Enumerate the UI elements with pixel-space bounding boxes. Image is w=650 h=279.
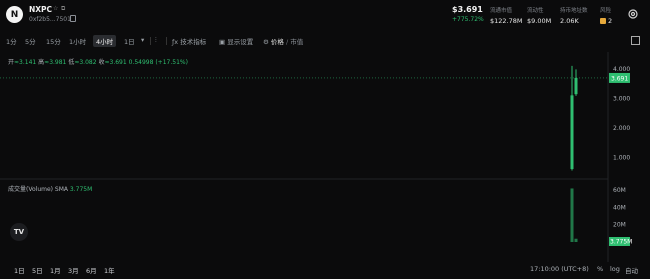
- range-3m[interactable]: 3月: [68, 265, 79, 275]
- divider: [166, 37, 167, 45]
- interval-1h[interactable]: 1小时: [69, 36, 86, 46]
- display-settings-label: 显示设置: [227, 38, 254, 46]
- candle-body: [570, 95, 574, 170]
- stat-label: 流动性: [527, 8, 544, 14]
- stat-liquidity: 流动性 $9.00M: [527, 6, 551, 25]
- stat-market-cap: 流通市值 $122.78M: [490, 6, 523, 25]
- price-mcap-toggle[interactable]: ⚙ 价格 / 市值: [263, 36, 303, 46]
- fullscreen-icon[interactable]: [631, 36, 640, 45]
- chevron-down-icon[interactable]: ▾: [141, 36, 144, 44]
- volume-bar: [574, 238, 578, 242]
- volume-tick-label: 40M: [613, 204, 626, 211]
- last-price-tag-label: 3.691: [611, 75, 628, 82]
- range-1d[interactable]: 1日: [14, 265, 25, 275]
- token-logo: N: [6, 6, 23, 23]
- low-value: ≈3.082: [74, 59, 97, 66]
- volume-label-text: 成交量(Volume) SMA: [8, 186, 68, 193]
- interval-1m[interactable]: 1分: [6, 36, 17, 46]
- token-address: 0xf2b5...7501: [29, 16, 71, 23]
- indicators-label: 技术指标: [180, 38, 207, 46]
- volume-legend: 成交量(Volume) SMA 3.775M: [8, 184, 92, 193]
- last-volume-tag-label: 3.775M: [610, 239, 632, 246]
- chart-area[interactable]: 1.000 2.000 3.000 4.000 20M 40M 60M 3.691 3.7…: [0, 52, 650, 262]
- close-value: ≈3.691: [104, 59, 127, 66]
- stat-value: 2: [600, 17, 612, 25]
- layout-icon: ▣: [219, 38, 228, 46]
- range-5d[interactable]: 5日: [32, 265, 43, 275]
- header: N NXPC ☆ ⧉ 0xf2b5...7501 $3.691 +775.72%…: [0, 0, 650, 32]
- stat-risk[interactable]: 风险 2: [600, 6, 612, 25]
- risk-badge-icon: [600, 18, 606, 24]
- copy-icon[interactable]: [70, 15, 76, 22]
- indicator-icon: ƒx: [172, 38, 181, 46]
- volume-value: 3.775M: [69, 186, 93, 193]
- high-value: ≈3.981: [44, 59, 67, 66]
- risk-count: 2: [608, 17, 613, 25]
- stat-value: 2.06K: [560, 17, 579, 25]
- open-value: ≈3.141: [14, 59, 37, 66]
- price-volume-chart[interactable]: 1.000 2.000 3.000 4.000 20M 40M 60M 3.691 3.7…: [0, 52, 650, 262]
- gear-icon[interactable]: [627, 8, 639, 20]
- volume-bar: [570, 188, 574, 242]
- current-price: $3.691: [452, 5, 483, 14]
- volume-tick-label: 60M: [613, 187, 626, 194]
- interval-1d[interactable]: 1日: [124, 36, 135, 46]
- range-6m[interactable]: 6月: [86, 265, 97, 275]
- stat-holders: 持币地址数 2.06K: [560, 6, 588, 25]
- price-change: +775.72%: [452, 16, 484, 23]
- interval-5m[interactable]: 5分: [25, 36, 36, 46]
- price-tick-label: 2.000: [613, 125, 630, 132]
- candle-type-icon[interactable]: ⫶: [155, 36, 157, 45]
- ohlc-change: 0.54998 (+17.51%): [128, 59, 188, 66]
- range-1y[interactable]: 1年: [104, 265, 115, 275]
- bottom-bar: 1日 5日 1月 3月 6月 1年 17:10:00 (UTC+8) % log…: [0, 262, 650, 279]
- price-tick-label: 1.000: [613, 154, 630, 161]
- stat-value: $9.00M: [527, 17, 552, 25]
- favorite-icon[interactable]: ☆: [53, 5, 60, 12]
- interval-4h[interactable]: 4小时: [93, 35, 117, 47]
- token-name: NXPC: [29, 5, 53, 14]
- interval-15m[interactable]: 15分: [46, 36, 61, 46]
- chart-toolbar: 1分 5分 15分 1小时 4小时 1日 ▾ ⫶ ƒx 技术指标 ▣ 显示设置 …: [0, 33, 650, 49]
- indicators-button[interactable]: ƒx 技术指标: [172, 36, 206, 46]
- share-icon[interactable]: ⧉: [61, 5, 68, 12]
- stat-label: 风险: [600, 8, 612, 14]
- volume-tick-label: 20M: [613, 222, 626, 229]
- gear-small-icon: ⚙: [263, 38, 271, 46]
- price-tick-label: 3.000: [613, 95, 630, 102]
- mcap-option[interactable]: 市值: [290, 38, 303, 46]
- percent-toggle[interactable]: %: [597, 265, 603, 273]
- display-settings-button[interactable]: ▣ 显示设置: [219, 36, 253, 46]
- ohlc-legend: 开≈3.141 高≈3.981 低≈3.082 收≈3.691 0.54998 …: [8, 57, 188, 66]
- stat-label: 流通市值: [490, 8, 513, 14]
- candle-body: [574, 77, 578, 95]
- timezone-clock[interactable]: 17:10:00 (UTC+8): [530, 265, 589, 273]
- log-toggle[interactable]: log: [610, 265, 620, 273]
- divider: [150, 37, 151, 45]
- range-1m[interactable]: 1月: [50, 265, 61, 275]
- price-tick-label: 4.000: [613, 66, 630, 73]
- auto-toggle[interactable]: 自动: [625, 265, 638, 275]
- price-option[interactable]: 价格: [271, 38, 284, 46]
- stat-value: $122.78M: [490, 17, 523, 25]
- tradingview-logo[interactable]: TV: [10, 223, 28, 241]
- stat-label: 持币地址数: [560, 8, 588, 14]
